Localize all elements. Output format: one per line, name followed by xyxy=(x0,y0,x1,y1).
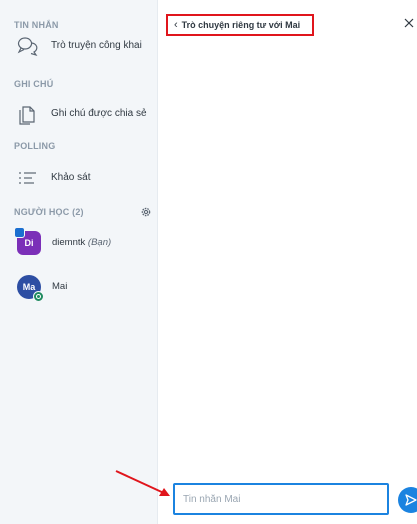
user-name: Mai xyxy=(52,281,68,292)
notes-section-title: GHI CHÚ xyxy=(14,79,54,89)
annotation-arrow-icon xyxy=(115,470,170,496)
you-label: (Bạn) xyxy=(87,237,112,248)
online-status-icon xyxy=(33,291,44,302)
close-icon[interactable] xyxy=(402,16,416,30)
document-icon xyxy=(16,103,38,125)
send-icon xyxy=(405,494,417,506)
avatar-initials: Ma xyxy=(22,282,36,292)
sidebar-item-shared-notes[interactable]: Ghi chú được chia sẻ xyxy=(0,101,158,127)
sidebar-item-label: Khảo sát xyxy=(51,172,91,183)
sidebar-item-label: Trò truyện công khai xyxy=(51,40,142,51)
user-list-item-mai[interactable]: Ma Mai xyxy=(14,275,154,305)
users-section-title: NGƯỜI HỌC (2) xyxy=(14,207,84,217)
user-name: diemntk (Bạn) xyxy=(52,237,112,248)
message-input[interactable] xyxy=(173,483,389,515)
gear-icon[interactable] xyxy=(140,205,152,217)
send-button[interactable] xyxy=(398,487,417,513)
sidebar-item-label: Ghi chú được chia sẻ xyxy=(51,108,147,119)
chat-title: Trò chuyện riêng tư với Mai xyxy=(181,20,301,30)
messages-section-title: TIN NHẮN xyxy=(14,20,59,30)
sidebar: TIN NHẮN Trò truyện công khai GHI CHÚ Gh… xyxy=(0,0,158,524)
polling-section-title: POLLING xyxy=(14,141,56,151)
user-list-item-diemntk[interactable]: Di diemntk (Bạn) xyxy=(14,227,154,261)
chevron-left-icon: ‹ xyxy=(174,18,178,31)
chat-header-back-button[interactable]: ‹ Trò chuyện riêng tư với Mai xyxy=(166,14,314,36)
avatar-initials: Di xyxy=(24,238,34,248)
chat-bubble-icon xyxy=(16,35,38,57)
sidebar-item-public-chat[interactable]: Trò truyện công khai xyxy=(0,33,158,59)
presenter-badge-icon xyxy=(14,227,25,238)
sidebar-item-survey[interactable]: Khảo sát xyxy=(0,165,158,191)
list-icon xyxy=(16,167,38,189)
